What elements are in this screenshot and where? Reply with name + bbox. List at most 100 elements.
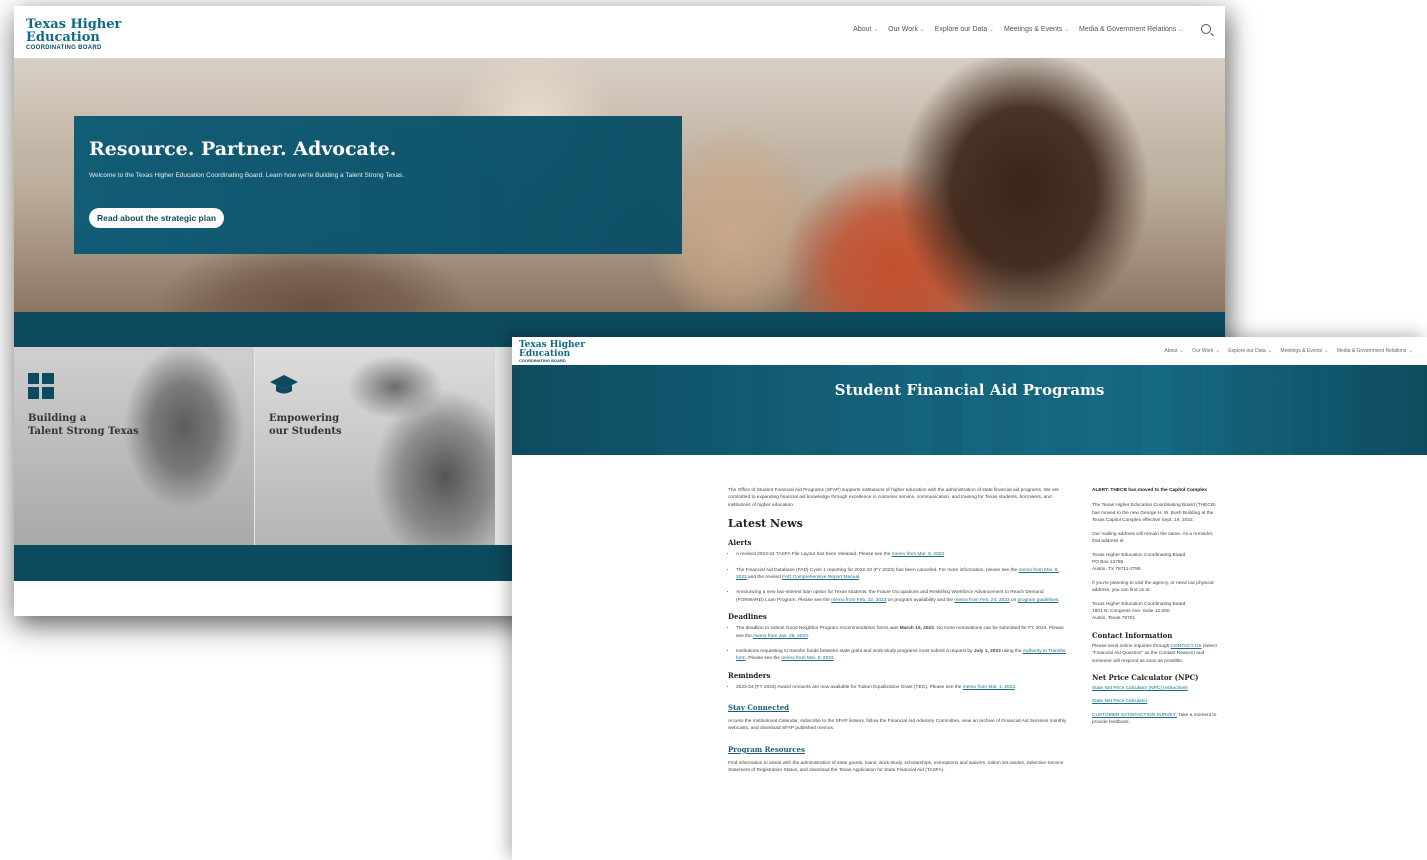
contact-text-a: Please send online inquiries through (1092, 643, 1171, 649)
survey-link[interactable]: CUSTOMER SATISFACTION SURVEY: (1092, 713, 1177, 718)
card-empowering-students[interactable]: Empowering our Students (255, 347, 495, 545)
item-text: on (1009, 597, 1018, 603)
nav-our-work[interactable]: Our Work (888, 26, 925, 33)
memo-link[interactable]: memo from Mar. 9, 2023 (892, 552, 944, 557)
nav-explore-data[interactable]: Explore our Data (935, 26, 994, 33)
nav-meetings-events[interactable]: Meetings & Events (1280, 347, 1328, 354)
contact-us-link[interactable]: CONTACT US (1171, 644, 1202, 649)
hero-panel: Resource. Partner. Advocate. Welcome to … (74, 116, 682, 254)
list-item: Announcing a new low-interest loan optio… (736, 589, 1070, 604)
npc-instructions-link[interactable]: State Net Price Calculator (NPC) Instruc… (1092, 686, 1188, 691)
visit-text: If you're planning to visit the agency, … (1092, 580, 1214, 594)
item-text: The Financial Aid Database (FAD) Cycle 1… (736, 567, 1019, 573)
list-item: The deadline to submit Good Neighbor Pro… (736, 625, 1070, 640)
item-text: Institutions requesting to transfer fund… (736, 648, 974, 654)
item-text: 2023-24 (FY 2024) Award Amounts are now … (736, 684, 963, 690)
memo-link[interactable]: memo from Jan. 26, 2023 (753, 634, 808, 639)
main-nav: About Our Work Explore our Data Meetings… (1164, 347, 1413, 354)
physical-address: Texas Higher Education Coordinating Boar… (1092, 601, 1222, 623)
stay-connected-link[interactable]: Stay Connected (728, 703, 1070, 714)
address-line: PO Box 12788 (1092, 559, 1124, 565)
card-label: Building a Talent Strong Texas (28, 413, 139, 438)
nav-meetings-events[interactable]: Meetings & Events (1004, 26, 1069, 33)
logo-line-3: COORDINATING BOARD (26, 45, 102, 51)
npc-calculator-link[interactable]: State Net Price Calculator (1092, 699, 1147, 704)
graduation-cap-icon (269, 373, 299, 402)
address-line: 1801 N. Congress Ave. Suite 12.200 (1092, 609, 1170, 615)
page-title: Student Financial Aid Programs (834, 381, 1105, 399)
program-resources-text: Find information to assist with the admi… (728, 760, 1064, 774)
item-text: . (833, 656, 835, 662)
alerts-list: A revised 2023-24 TASFA File Layout has … (736, 551, 1070, 604)
contact-text: Please send online inquiries through CON… (1092, 643, 1222, 665)
sidebar: ALERT: THECB has moved to the Capitol Co… (1092, 487, 1222, 733)
item-text: . (944, 552, 946, 558)
alerts-heading: Alerts (728, 538, 752, 548)
item-text: on program availability and the (886, 597, 955, 603)
npc-heading: Net Price Calculator (NPC) (1092, 673, 1199, 683)
thecb-logo[interactable]: Texas Higher Education COORDINATING BOAR… (519, 341, 585, 363)
item-text: using the (1000, 648, 1023, 654)
item-text: . Please see the (745, 656, 782, 662)
list-item: A revised 2023-24 TASFA File Layout has … (736, 551, 1070, 558)
item-text: . (807, 633, 810, 639)
thecb-logo[interactable]: Texas Higher Education COORDINATING BOAR… (26, 18, 121, 51)
nav-about[interactable]: About (1164, 347, 1184, 354)
grid-icon (28, 373, 54, 404)
card-label-line-1: Building a (28, 413, 87, 424)
main-content: The Office of Student Financial Aid Prog… (728, 487, 1070, 779)
item-text: . (859, 575, 861, 580)
search-icon[interactable] (1201, 24, 1211, 34)
hero-image: Resource. Partner. Advocate. Welcome to … (14, 58, 1225, 312)
strategic-plan-button[interactable]: Read about the strategic plan (89, 208, 225, 228)
item-text: The deadline to submit Good Neighbor Pro… (736, 626, 900, 632)
page-banner: Student Financial Aid Programs (512, 365, 1427, 455)
address-line: Texas Higher Education Coordinating Boar… (1092, 601, 1186, 607)
address-line: Texas Higher Education Coordinating Boar… (1092, 552, 1186, 558)
stay-connected-text: Access the Institutional Calendar, subsc… (728, 718, 1067, 732)
card-label-line-2: our Students (269, 425, 342, 437)
card-talent-strong-texas[interactable]: Building a Talent Strong Texas (14, 347, 254, 545)
move-text: The Texas Higher Education Coordinating … (1092, 503, 1216, 524)
latest-news-heading: Latest News (728, 517, 803, 531)
mailing-address: Texas Higher Education Coordinating Boar… (1092, 552, 1222, 574)
nav-about[interactable]: About (853, 26, 878, 33)
contact-heading: Contact Information (1092, 630, 1173, 640)
item-text: . (1015, 684, 1017, 690)
address-line: Austin, Texas 78701 (1092, 616, 1136, 622)
hero-subtitle: Welcome to the Texas Higher Education Co… (89, 172, 405, 179)
program-resources-link[interactable]: Program Resources (728, 745, 1070, 756)
card-label: Empowering our Students (269, 413, 342, 438)
memo-link[interactable]: memo from Feb. 22, 2023 (831, 598, 886, 603)
logo-line-3: COORDINATING BOARD (519, 358, 566, 363)
deadlines-list: The deadline to submit Good Neighbor Pro… (736, 625, 1070, 663)
deadlines-heading: Deadlines (728, 612, 767, 622)
nav-our-work[interactable]: Our Work (1192, 347, 1220, 354)
item-text: and the revised (746, 575, 783, 580)
move-alert: ALERT: THECB has moved to the Capitol Co… (1092, 488, 1207, 493)
reminders-list: 2023-24 (FY 2024) Award Amounts are now … (736, 684, 1070, 691)
sfap-page-window: Texas Higher Education COORDINATING BOAR… (512, 337, 1427, 860)
item-text: A revised 2023-24 TASFA File Layout has … (736, 552, 892, 558)
memo-link[interactable]: memo from Mar. 1, 2023 (963, 685, 1015, 690)
memo-link[interactable]: memo from Mar. 6, 2023 (781, 656, 833, 661)
logo-line-2: Education (26, 30, 100, 45)
nav-media-gov-relations[interactable]: Media & Government Relations (1337, 347, 1413, 354)
deadline-date: March 15, 2023 (899, 626, 934, 632)
intro-text: The Office of Student Financial Aid Prog… (728, 488, 1059, 508)
program-guidelines-link[interactable]: program guidelines (1018, 598, 1059, 603)
survey: CUSTOMER SATISFACTION SURVEY: Take a mom… (1092, 712, 1222, 727)
fad-manual-link[interactable]: FAD Comprehensive Report Manual (782, 575, 859, 580)
hero-title: Resource. Partner. Advocate. (89, 138, 397, 160)
reminders-heading: Reminders (728, 670, 771, 680)
nav-media-gov-relations[interactable]: Media & Government Relations (1079, 26, 1183, 33)
npc-calculator: State Net Price Calculator (1092, 698, 1222, 705)
memo-link[interactable]: memo from Feb. 24, 2023 (954, 598, 1009, 603)
item-text: . (1058, 597, 1060, 603)
main-nav: About Our Work Explore our Data Meetings… (853, 24, 1211, 34)
nav-explore-data[interactable]: Explore our Data (1228, 347, 1272, 354)
address-line: Austin, TX 78711-2788 (1092, 567, 1141, 573)
card-label-line-2: Talent Strong Texas (28, 425, 139, 437)
list-item: Institutions requesting to transfer fund… (736, 648, 1070, 663)
deadline-date: July 1, 2023 (973, 648, 1001, 654)
